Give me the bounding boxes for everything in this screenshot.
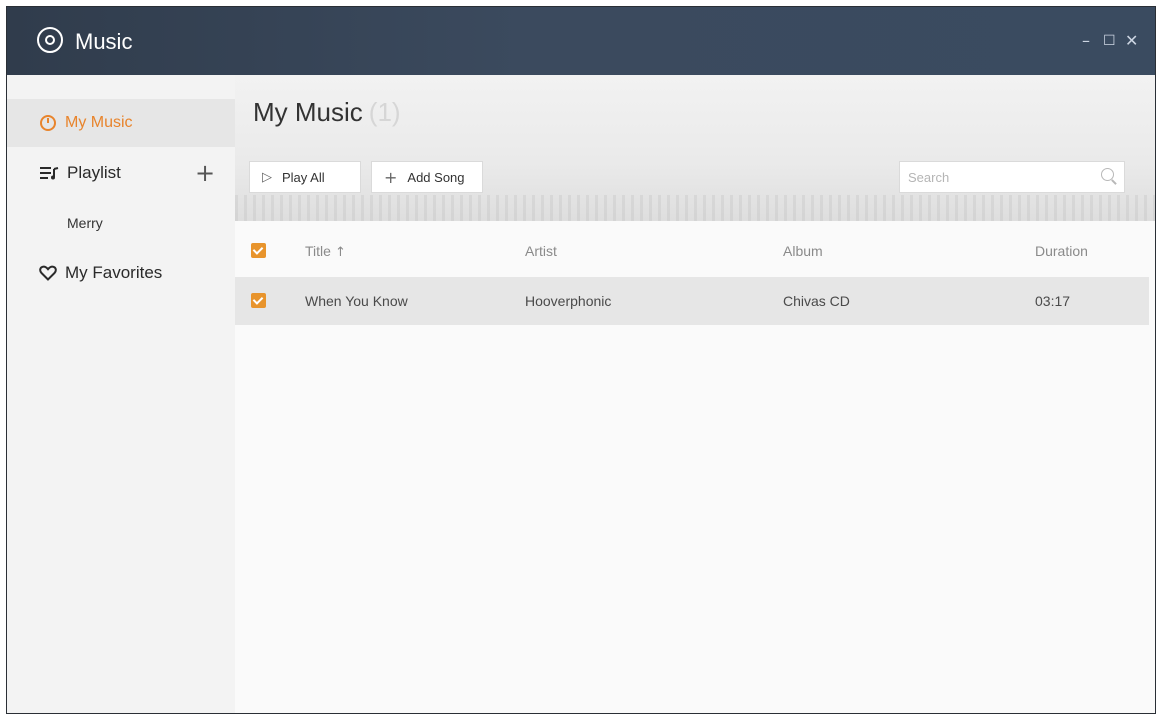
song-album: Chivas CD: [783, 293, 850, 309]
main-content: My Music(1) ▷ Play All + Add Song Title↑…: [235, 75, 1155, 713]
search-box[interactable]: [899, 161, 1125, 193]
song-count: (1): [368, 97, 401, 127]
page-title: My Music (1): [253, 97, 401, 128]
play-icon: ▷: [262, 169, 272, 185]
row-checkbox[interactable]: [251, 293, 266, 308]
add-song-label: Add Song: [407, 169, 465, 185]
column-header-title[interactable]: Title ↑: [305, 243, 346, 260]
close-button[interactable]: ✕: [1125, 31, 1138, 50]
song-duration: 03:17: [1035, 293, 1071, 309]
column-header-title-label: Title: [305, 243, 331, 259]
song-title: When You Know: [305, 293, 408, 309]
title-bar[interactable]: Music – ☐ ✕: [7, 7, 1155, 75]
select-all-checkbox[interactable]: [251, 243, 266, 258]
column-header-duration[interactable]: Duration: [1035, 243, 1088, 259]
play-all-label: Play All: [282, 169, 325, 185]
song-artist: Hooverphonic: [525, 293, 612, 309]
app-title: Music: [75, 29, 133, 54]
column-header-artist[interactable]: Artist: [525, 243, 557, 259]
sidebar-item-label: Playlist: [67, 163, 121, 182]
add-song-button[interactable]: + Add Song: [371, 161, 483, 193]
minimize-button[interactable]: –: [1082, 31, 1090, 50]
page-title-text: My Music: [253, 97, 363, 127]
column-header-album[interactable]: Album: [783, 243, 823, 259]
music-app-window: Music – ☐ ✕ My Music Playlist + Merry My…: [6, 6, 1156, 714]
playlist-item-merry[interactable]: Merry: [67, 215, 103, 231]
play-all-button[interactable]: ▷ Play All: [249, 161, 361, 193]
search-input[interactable]: [906, 162, 1090, 192]
table-row[interactable]: When You Know Hooverphonic Chivas CD 03:…: [235, 277, 1149, 325]
sidebar-item-my-music[interactable]: My Music: [7, 99, 235, 147]
sidebar-item-my-favorites[interactable]: My Favorites: [7, 249, 235, 297]
add-playlist-button[interactable]: +: [195, 161, 215, 185]
add-icon: +: [384, 167, 398, 187]
maximize-button[interactable]: ☐: [1103, 33, 1116, 49]
sidebar: My Music Playlist + Merry My Favorites: [7, 75, 235, 713]
sidebar-item-label: My Music: [65, 114, 133, 131]
sort-ascending-icon: ↑: [334, 245, 346, 260]
music-disc-logo-icon: [37, 27, 63, 53]
music-disc-icon: [40, 115, 56, 131]
playlist-icon: [40, 167, 59, 180]
sidebar-item-label: My Favorites: [65, 263, 163, 282]
table-header-row: Title ↑ Artist Album Duration: [235, 227, 1149, 275]
heart-icon: [39, 265, 57, 281]
search-icon[interactable]: [1101, 168, 1114, 181]
